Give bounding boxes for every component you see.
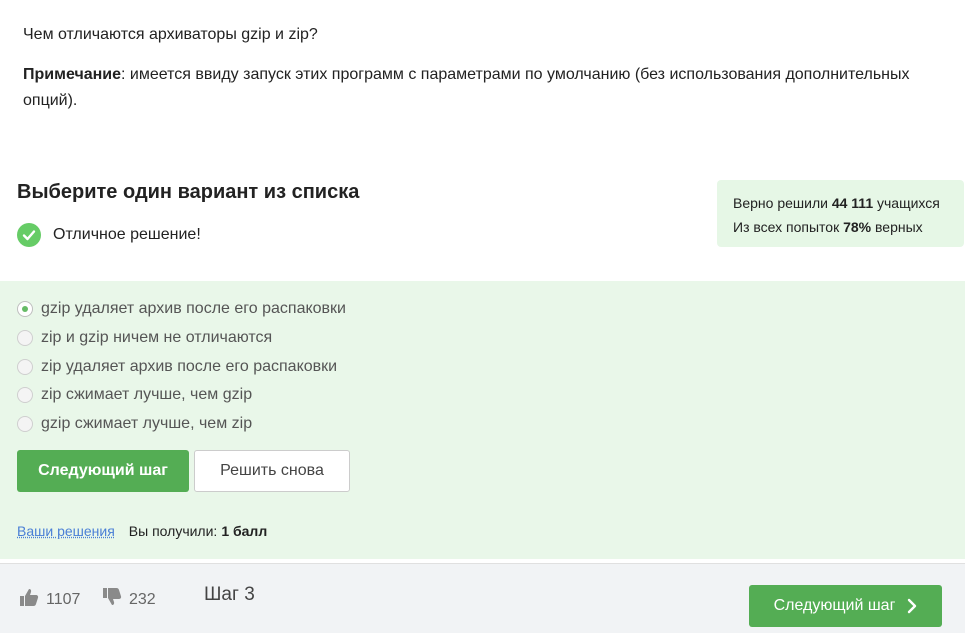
score-value: 1 балл [221, 523, 268, 539]
radio-button[interactable] [17, 358, 33, 375]
answer-area: gzip удаляет архив после его распаковки … [0, 281, 965, 559]
chevron-right-icon [907, 598, 917, 614]
radio-button[interactable] [17, 416, 33, 433]
options-list: gzip удаляет архив после его распаковки … [17, 295, 346, 438]
result-line: Ваши решения Вы получили: 1 балл [17, 523, 267, 539]
footer-next-label: Следующий шаг [773, 597, 896, 614]
option-label: zip сжимает лучше, чем gzip [41, 386, 253, 404]
check-circle-icon [17, 223, 41, 247]
stats-panel: Верно решили 44 111 учащихся Из всех поп… [717, 180, 964, 247]
success-text: Отличное решение! [53, 226, 201, 243]
radio-button[interactable] [17, 301, 33, 318]
stats-solved: Верно решили 44 111 учащихся [733, 195, 940, 211]
note-label: Примечание [23, 66, 122, 83]
option-label: gzip удаляет архив после его распаковки [41, 300, 346, 318]
question-note: Примечание: имеется ввиду запуск этих пр… [23, 62, 943, 114]
option-item[interactable]: zip удаляет архив после его распаковки [17, 352, 346, 381]
radio-button[interactable] [17, 387, 33, 404]
option-item[interactable]: zip сжимает лучше, чем gzip [17, 381, 346, 410]
option-label: zip и gzip ничем не отличаются [41, 329, 273, 347]
stats-attempts: Из всех попыток 78% верных [733, 219, 923, 235]
success-message: Отличное решение! [17, 223, 201, 247]
option-item[interactable]: gzip удаляет архив после его распаковки [17, 295, 346, 324]
dislikes-count: 232 [129, 590, 156, 608]
thumbs-down-icon [101, 586, 129, 613]
step-label: Шаг 3 [204, 584, 255, 605]
score-prefix: Вы получили: [128, 523, 218, 539]
thumbs-up-icon [18, 586, 46, 613]
note-text: : имеется ввиду запуск этих программ с п… [23, 66, 910, 109]
likes-count: 1107 [46, 590, 81, 608]
footer-bar: 1107 232 Шаг 3 Следующий шаг [0, 563, 965, 633]
question-block: Чем отличаются архиваторы gzip и zip? Пр… [23, 22, 943, 114]
option-label: gzip сжимает лучше, чем zip [41, 415, 253, 433]
retry-button[interactable]: Решить снова [194, 450, 350, 492]
next-step-button[interactable]: Следующий шаг [17, 450, 189, 492]
option-item[interactable]: gzip сжимает лучше, чем zip [17, 410, 346, 439]
question-title: Чем отличаются архиваторы gzip и zip? [23, 26, 318, 43]
dislike-button[interactable]: 232 [101, 586, 156, 613]
option-label: zip удаляет архив после его распаковки [41, 357, 338, 375]
option-item[interactable]: zip и gzip ничем не отличаются [17, 324, 346, 353]
radio-button[interactable] [17, 330, 33, 347]
solutions-link[interactable]: Ваши решения [17, 523, 115, 539]
footer-next-step-button[interactable]: Следующий шаг [749, 585, 942, 627]
like-button[interactable]: 1107 [18, 586, 80, 613]
task-heading: Выберите один вариант из списка [17, 181, 360, 203]
